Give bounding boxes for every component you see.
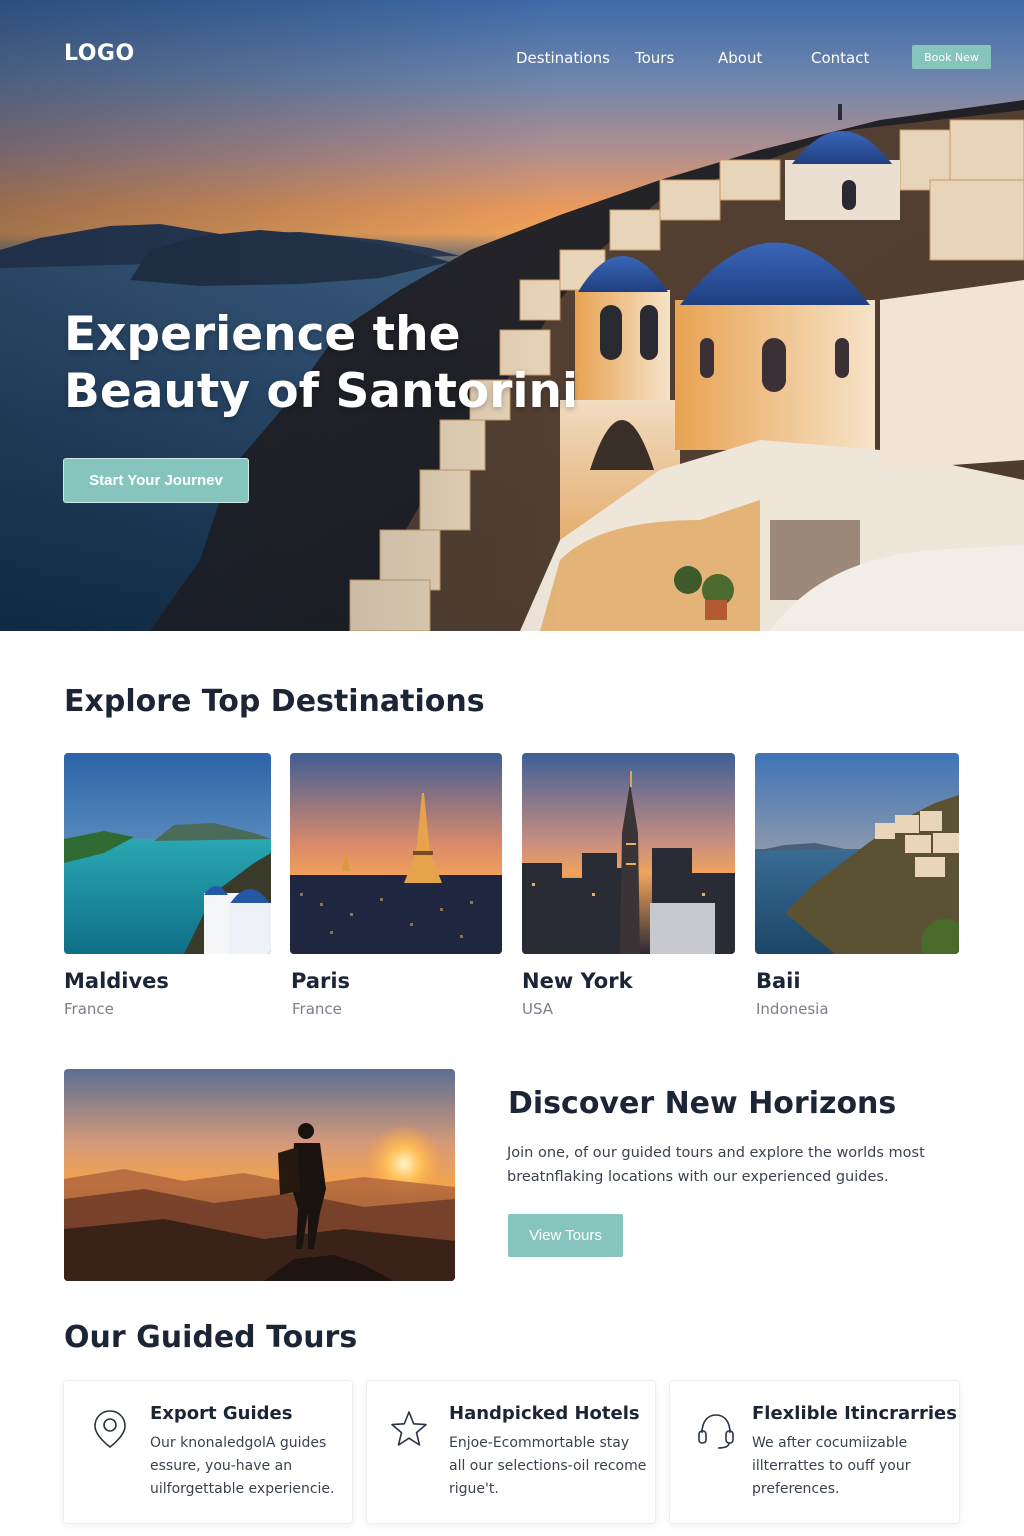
nav-destinations[interactable]: Destinations <box>516 49 610 67</box>
destination-country: USA <box>522 1000 554 1018</box>
headset-icon <box>698 1414 734 1449</box>
hiker-sunset-image <box>64 1069 455 1281</box>
destination-country: Indonesia <box>756 1000 829 1018</box>
horizons-description: Join one, of our guided tours and explor… <box>507 1145 925 1185</box>
destination-name[interactable]: Maldives <box>64 969 169 993</box>
tour-card-text: Enjoe-Ecommortable stay all our selectio… <box>449 1435 647 1497</box>
start-journey-button[interactable]: Start Your Journev <box>63 458 249 503</box>
destination-name[interactable]: New York <box>522 969 633 993</box>
tour-card-title: Handpicked Hotels <box>449 1403 640 1424</box>
tour-card-text: We after cocumiizable illterrattes to ou… <box>752 1435 911 1497</box>
destination-name[interactable]: Baii <box>756 969 801 993</box>
hero-title-line-1: Experience the <box>64 307 461 362</box>
tour-card-title: Flexlible Itincrarries <box>752 1403 957 1424</box>
tour-card-text: Our knonaledgolA guides essure, you-have… <box>150 1435 335 1497</box>
destination-card-image-baii[interactable] <box>755 753 959 954</box>
hero-title-line-2: Beauty of Santorini <box>64 364 579 419</box>
destination-name[interactable]: Paris <box>291 969 350 993</box>
tour-card-flexible-itineraries[interactable]: Flexlible Itincrarries We after cocumiiz… <box>669 1380 960 1524</box>
star-icon <box>391 1411 427 1446</box>
map-pin-icon <box>94 1410 126 1448</box>
view-tours-button[interactable]: View Tours <box>508 1214 623 1257</box>
destinations-title: Explore Top Destinations <box>64 684 485 719</box>
nav-contact[interactable]: Contact <box>811 49 869 67</box>
destination-country: France <box>292 1000 342 1018</box>
book-now-button[interactable]: Book New <box>912 45 991 69</box>
nav-about[interactable]: About <box>718 49 762 67</box>
tour-card-title: Export Guides <box>150 1403 293 1424</box>
hero-title: Experience the Beauty of Santorini <box>64 306 584 420</box>
tour-card-expert-guides[interactable]: Export Guides Our knonaledgolA guides es… <box>63 1380 353 1524</box>
destination-card-image-paris[interactable] <box>290 753 502 954</box>
destination-card-image-new-york[interactable] <box>522 753 735 954</box>
nav-tours[interactable]: Tours <box>635 49 674 67</box>
tours-title: Our Guided Tours <box>64 1320 358 1355</box>
horizons-title: Discover New Horizons <box>508 1086 897 1121</box>
destination-card-image-maldives[interactable] <box>64 753 271 954</box>
destination-country: France <box>64 1000 114 1018</box>
hero-section: LOGO Destinations Tours About Contact Bo… <box>0 0 1024 631</box>
tour-card-handpicked-hotels[interactable]: Handpicked Hotels Enjoe-Ecommortable sta… <box>366 1380 656 1524</box>
logo[interactable]: LOGO <box>64 41 135 66</box>
